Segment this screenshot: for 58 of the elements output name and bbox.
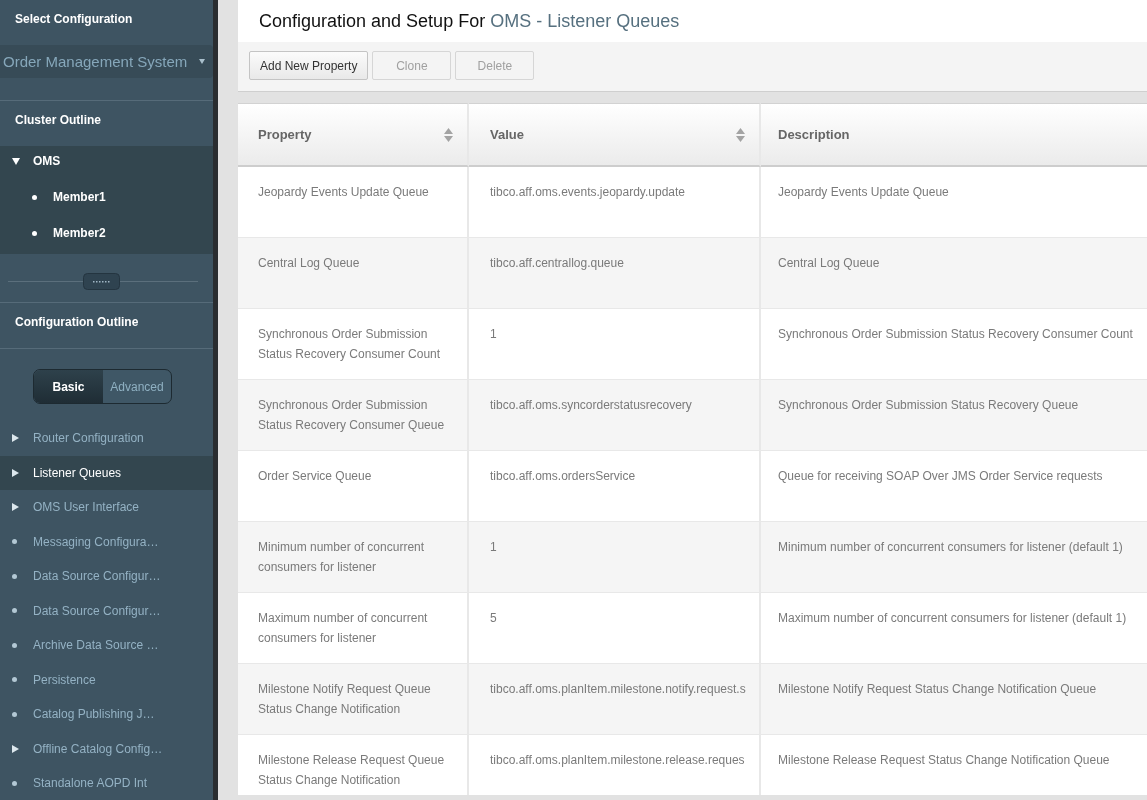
table-cell: tibco.aff.centrallog.queue [469,238,761,309]
bullet-icon [12,677,17,683]
nav-item[interactable]: Listener Queues [0,455,213,490]
bullet-icon [12,780,17,786]
toolbar-button[interactable]: Add New Property [249,51,369,80]
tree-item[interactable]: Member1 [0,182,213,218]
table-cell: 1 [469,309,761,380]
table-cell: Central Log Queue [238,238,469,309]
nav-item[interactable]: OMS User Interface [0,490,213,525]
nav-item[interactable]: Messaging Configura… [0,524,213,559]
table-cell: Milestone Notify Request Queue Status Change Notification [238,664,469,735]
column-header[interactable]: Property [238,103,469,167]
sort-icon [444,127,453,142]
bullet-icon [12,642,17,648]
bullet-icon [12,539,17,545]
section-heading: Configuration Outline [14,314,140,331]
mode-tab[interactable]: Advanced [103,370,171,403]
nav-item[interactable]: Router Configuration [0,421,213,456]
table-cell: Central Log Queue [761,238,1147,309]
mode-tab[interactable]: Basic [34,370,103,403]
nav-item[interactable]: Offline Catalog Config… [0,731,213,766]
bullet-icon [12,608,17,614]
table-cell: Minimum number of concurrent consumers for listener (default 1) [761,522,1147,593]
nav-item[interactable]: Catalog Publishing J… [0,697,213,732]
table-cell: Minimum number of concurrent consumers for listener [238,522,469,593]
configuration-select[interactable]: Order Management System [0,45,213,78]
bullet-icon [12,711,17,717]
nav-item[interactable]: Persistence [0,662,213,697]
tree-item[interactable]: OMS [0,146,213,182]
caret-down-icon [199,59,205,64]
table-cell: Synchronous Order Submission Status Recovery Consumer Queue [238,380,469,451]
nav-item[interactable]: Standalone AOPD Int [0,766,213,800]
sort-icon [736,127,745,142]
table-cell: tibco.aff.oms.syncorderstatusrecovery [469,380,761,451]
table-cell: Jeopardy Events Update Queue [238,167,469,238]
table-cell: 1 [469,522,761,593]
table-cell: tibco.aff.oms.planItem.milestone.notify.request.s [469,664,761,735]
column-header: Description [761,103,1147,167]
table-cell: Order Service Queue [238,451,469,522]
bullet-icon [12,573,17,579]
section-heading: Select Configuration [14,11,134,28]
bullet-icon [32,231,37,236]
table-cell: tibco.aff.oms.events.jeopardy.update [469,167,761,238]
table-cell: Synchronous Order Submission Status Recovery Consumer Count [238,309,469,380]
nav-item[interactable]: Archive Data Source … [0,628,213,663]
page-title: Configuration and Setup For OMS - Listener Queues [259,10,680,32]
table-cell: Milestone Notify Request Status Change Notification Queue [761,664,1147,735]
section-heading: Cluster Outline [14,112,102,129]
table-cell: Maximum number of concurrent consumers for listener [238,593,469,664]
column-header[interactable]: Value [469,103,761,167]
nav-item[interactable]: Data Source Configur… [0,593,213,628]
bullet-icon [32,195,37,200]
table-cell: Synchronous Order Submission Status Recovery Queue [761,380,1147,451]
nav-item[interactable]: Data Source Configur… [0,559,213,594]
table-cell: tibco.aff.oms.ordersService [469,451,761,522]
table-cell: 5 [469,593,761,664]
splitter-handle[interactable] [83,272,120,290]
tree-item[interactable]: Member2 [0,218,213,254]
